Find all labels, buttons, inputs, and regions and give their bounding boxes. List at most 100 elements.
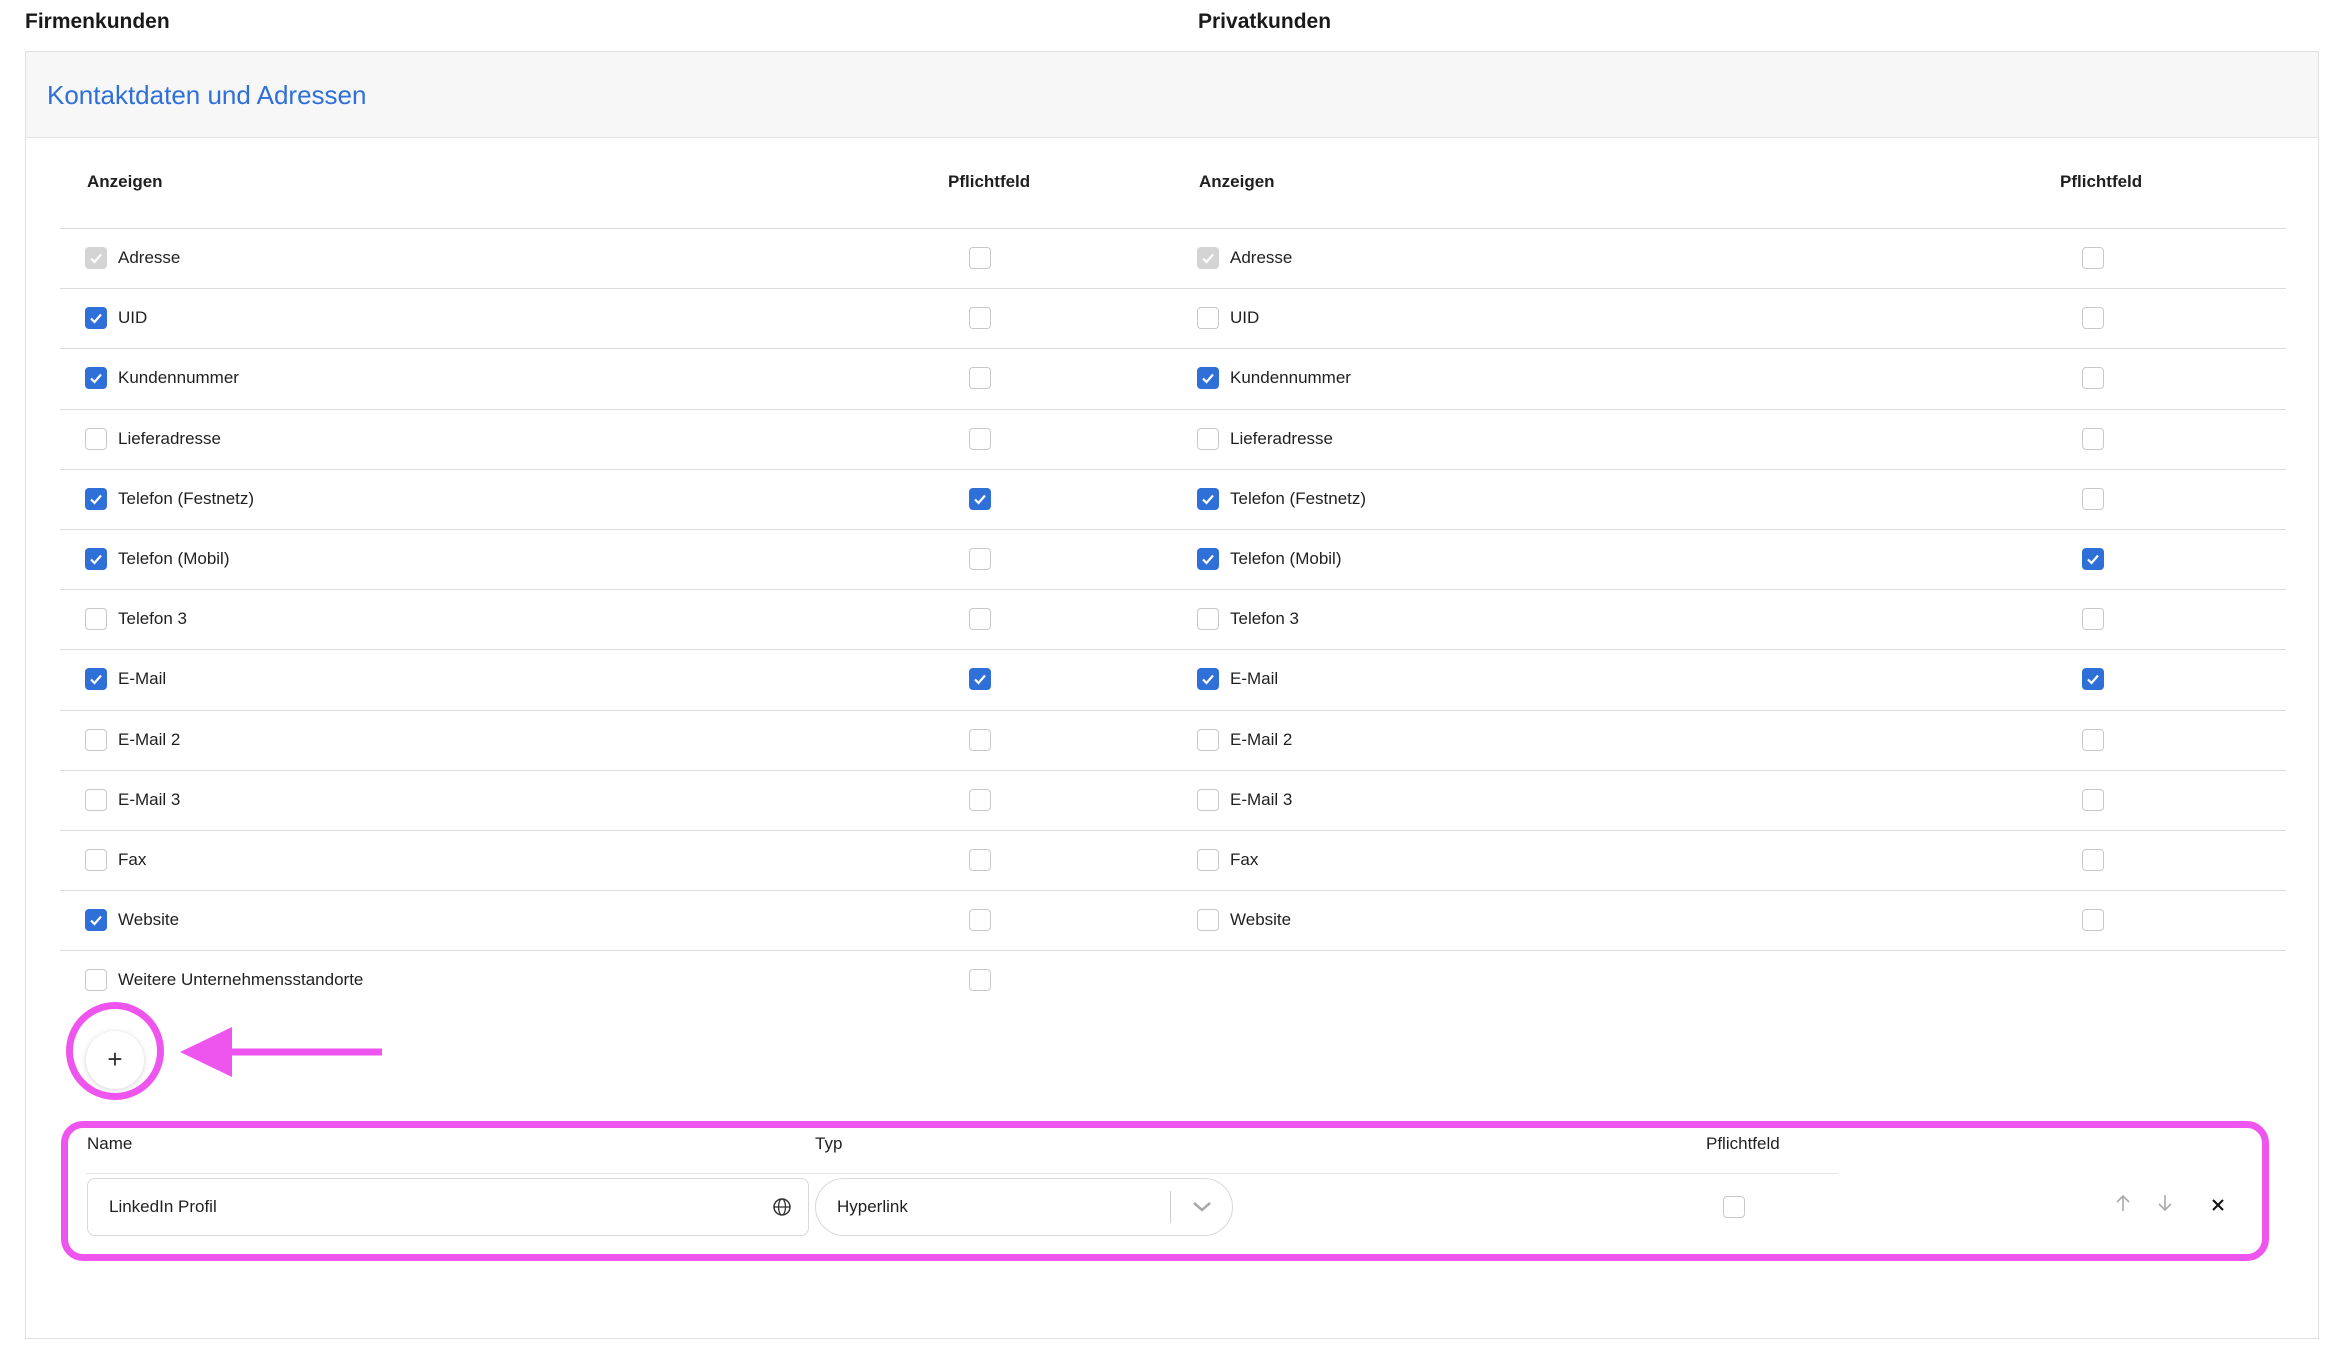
annotation-highlight-box bbox=[61, 1121, 2269, 1261]
table-row-divider bbox=[60, 589, 1210, 591]
firmen-label-adresse: Adresse bbox=[118, 248, 181, 267]
privat-required-e-mail-checkbox[interactable] bbox=[2082, 668, 2104, 691]
table-row-divider bbox=[1210, 288, 2286, 290]
firmen-required-uid-checkbox[interactable] bbox=[969, 307, 991, 330]
column-header-show-privat: Anzeigen bbox=[1199, 172, 1275, 191]
privat-required-fax-checkbox[interactable] bbox=[2082, 849, 2104, 871]
privat-required-lieferadresse-checkbox[interactable] bbox=[2082, 427, 2104, 450]
table-row-divider bbox=[1210, 950, 2286, 952]
privat-label-adresse: Adresse bbox=[1230, 248, 1293, 267]
firmen-label-telefon-3: Telefon 3 bbox=[118, 609, 187, 629]
firmen-label-weitere-unternehmensstandorte: Weitere Unternehmensstandorte bbox=[118, 970, 364, 990]
panel-header: Kontaktdaten und Adressen bbox=[26, 52, 2318, 138]
privat-show-website-checkbox[interactable] bbox=[1197, 909, 1219, 932]
firmen-show-website-checkbox[interactable] bbox=[85, 909, 107, 932]
privat-show-kundennummer-checkbox[interactable] bbox=[1197, 367, 1219, 390]
table-row-divider bbox=[1210, 529, 2286, 530]
privat-label-e-mail-2: E-Mail 2 bbox=[1230, 729, 1293, 749]
firmen-label-e-mail-3: E-Mail 3 bbox=[118, 789, 181, 809]
privat-required-e-mail-3-checkbox[interactable] bbox=[2082, 788, 2104, 811]
firmen-show-e-mail-checkbox[interactable] bbox=[85, 668, 107, 691]
firmen-label-website: Website bbox=[118, 910, 180, 930]
firmen-label-uid: UID bbox=[118, 308, 148, 328]
privat-show-lieferadresse-checkbox[interactable] bbox=[1197, 427, 1219, 450]
table-row-divider bbox=[1210, 649, 2286, 651]
privat-label-telefon-mobil: Telefon (Mobil) bbox=[1230, 549, 1342, 568]
privat-label-uid: UID bbox=[1230, 308, 1260, 328]
table-header-divider bbox=[60, 228, 2286, 229]
privat-show-e-mail-2-checkbox[interactable] bbox=[1197, 728, 1219, 751]
privat-show-telefon-3-checkbox[interactable] bbox=[1197, 608, 1219, 631]
firmen-label-kundennummer: Kundennummer bbox=[118, 368, 239, 388]
firmen-show-e-mail-3-checkbox[interactable] bbox=[85, 788, 107, 811]
privat-label-e-mail-3: E-Mail 3 bbox=[1230, 789, 1293, 809]
firmen-required-telefon-mobil-checkbox[interactable] bbox=[969, 548, 991, 570]
table-row-divider bbox=[60, 348, 1210, 350]
firmen-show-telefon-3-checkbox[interactable] bbox=[85, 608, 107, 631]
privat-show-e-mail-checkbox[interactable] bbox=[1197, 668, 1219, 691]
privat-label-e-mail: E-Mail bbox=[1230, 669, 1279, 689]
firmen-required-adresse-checkbox[interactable] bbox=[969, 247, 991, 269]
column-header-required-firmen: Pflichtfeld bbox=[948, 172, 1031, 191]
annotation-arrow bbox=[180, 1027, 382, 1077]
privat-required-telefon-festnetz-checkbox[interactable] bbox=[2082, 487, 2104, 510]
annotation-circle bbox=[66, 1002, 164, 1100]
firmen-show-telefon-mobil-checkbox[interactable] bbox=[85, 548, 107, 570]
privat-required-uid-checkbox[interactable] bbox=[2082, 307, 2104, 330]
firmen-required-e-mail-2-checkbox[interactable] bbox=[969, 728, 991, 751]
table-row-divider bbox=[60, 408, 1210, 410]
firmen-label-e-mail: E-Mail bbox=[118, 669, 167, 689]
table-row-divider bbox=[1210, 769, 2286, 771]
firmen-required-telefon-3-checkbox[interactable] bbox=[969, 608, 991, 631]
firmen-required-e-mail-3-checkbox[interactable] bbox=[969, 788, 991, 811]
firmen-show-kundennummer-checkbox[interactable] bbox=[85, 367, 107, 390]
firmen-show-telefon-festnetz-checkbox[interactable] bbox=[85, 487, 107, 510]
firmen-show-uid-checkbox[interactable] bbox=[85, 307, 107, 330]
firmen-show-adresse-checkbox bbox=[85, 247, 107, 269]
privat-label-fax: Fax bbox=[1230, 850, 1259, 869]
privat-required-kundennummer-checkbox[interactable] bbox=[2082, 367, 2104, 390]
firmen-required-e-mail-checkbox[interactable] bbox=[969, 668, 991, 691]
firmen-label-fax: Fax bbox=[118, 850, 147, 869]
table-row-divider bbox=[1210, 468, 2286, 470]
privat-required-e-mail-2-checkbox[interactable] bbox=[2082, 728, 2104, 751]
firmen-required-kundennummer-checkbox[interactable] bbox=[969, 367, 991, 390]
privat-required-telefon-3-checkbox[interactable] bbox=[2082, 608, 2104, 631]
table-row-divider bbox=[60, 769, 1210, 771]
privat-label-kundennummer: Kundennummer bbox=[1230, 368, 1351, 388]
table-row-divider bbox=[60, 649, 1210, 651]
privat-show-uid-checkbox[interactable] bbox=[1197, 307, 1219, 330]
table-row-divider bbox=[60, 709, 1210, 711]
firmen-required-website-checkbox[interactable] bbox=[969, 909, 991, 932]
firmen-required-lieferadresse-checkbox[interactable] bbox=[969, 427, 991, 450]
column-header-show-firmen: Anzeigen bbox=[87, 172, 163, 191]
privat-show-telefon-mobil-checkbox[interactable] bbox=[1197, 548, 1219, 570]
firmen-label-lieferadresse: Lieferadresse bbox=[118, 428, 222, 448]
firmen-show-weitere-unternehmensstandorte-checkbox[interactable] bbox=[85, 969, 107, 992]
firmen-required-telefon-festnetz-checkbox[interactable] bbox=[969, 487, 991, 510]
privat-show-fax-checkbox[interactable] bbox=[1197, 849, 1219, 871]
table-row-divider bbox=[1210, 348, 2286, 350]
privat-required-telefon-mobil-checkbox[interactable] bbox=[2082, 548, 2104, 570]
privat-show-telefon-festnetz-checkbox[interactable] bbox=[1197, 487, 1219, 510]
table-row-divider bbox=[60, 950, 1210, 952]
table-row-divider bbox=[1210, 709, 2286, 711]
firmen-show-lieferadresse-checkbox[interactable] bbox=[85, 427, 107, 450]
firmen-show-e-mail-2-checkbox[interactable] bbox=[85, 728, 107, 751]
firmen-required-weitere-unternehmensstandorte-checkbox[interactable] bbox=[969, 969, 991, 992]
heading-privatkunden: Privatkunden bbox=[1198, 10, 1332, 33]
firmen-show-fax-checkbox[interactable] bbox=[85, 849, 107, 871]
privat-required-adresse-checkbox[interactable] bbox=[2082, 247, 2104, 269]
privat-show-e-mail-3-checkbox[interactable] bbox=[1197, 788, 1219, 811]
firmen-label-e-mail-2: E-Mail 2 bbox=[118, 729, 181, 749]
table-row-divider bbox=[60, 529, 1210, 530]
table-row-divider bbox=[60, 890, 1210, 892]
privat-label-telefon-festnetz: Telefon (Festnetz) bbox=[1230, 488, 1367, 508]
privat-required-website-checkbox[interactable] bbox=[2082, 909, 2104, 932]
firmen-required-fax-checkbox[interactable] bbox=[969, 849, 991, 871]
column-header-required-privat: Pflichtfeld bbox=[2060, 172, 2143, 191]
table-row-divider bbox=[60, 288, 1210, 290]
table-row-divider bbox=[1210, 408, 2286, 410]
privat-show-adresse-checkbox bbox=[1197, 247, 1219, 269]
section-title: Kontaktdaten und Adressen bbox=[47, 80, 367, 110]
